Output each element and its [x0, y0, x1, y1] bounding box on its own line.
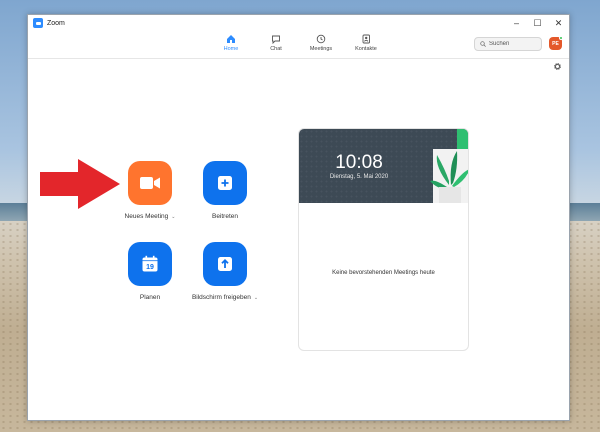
- tab-label: Kontakte: [355, 46, 377, 52]
- schedule-label: Planen: [139, 294, 161, 301]
- card-header: 10:08 Dienstag, 5. Mai 2020: [299, 129, 468, 203]
- maximize-button[interactable]: ☐: [527, 15, 548, 31]
- schedule-button[interactable]: 19: [128, 242, 172, 286]
- annotation-arrow-icon: [40, 159, 120, 209]
- chevron-down-icon[interactable]: ⌄: [171, 214, 175, 220]
- tab-home[interactable]: Home: [211, 34, 251, 52]
- minimize-button[interactable]: –: [506, 15, 527, 31]
- new-meeting-action[interactable]: Neues Meeting ⌄: [115, 161, 185, 220]
- top-navigation: Home Chat Meetings Kontakte PE: [28, 32, 569, 59]
- window-controls: – ☐ ✕: [506, 15, 569, 31]
- tab-contacts[interactable]: Kontakte: [346, 34, 386, 52]
- gear-icon[interactable]: [553, 62, 562, 71]
- plus-icon: [218, 176, 232, 190]
- share-screen-action[interactable]: Bildschirm freigeben ⌄: [190, 242, 260, 301]
- share-screen-label: Bildschirm freigeben: [191, 294, 251, 301]
- zoom-logo-icon: [33, 18, 43, 28]
- current-time: 10:08: [335, 152, 383, 173]
- share-screen-icon: [218, 257, 232, 271]
- close-button[interactable]: ✕: [548, 15, 569, 31]
- share-screen-button[interactable]: [203, 242, 247, 286]
- clock-icon: [316, 34, 326, 44]
- chevron-down-icon[interactable]: ⌄: [254, 295, 258, 301]
- title-bar: Zoom – ☐ ✕: [28, 15, 569, 31]
- search-icon: [480, 41, 486, 47]
- zoom-window: Zoom – ☐ ✕ Home Chat Meetings Kontakte P…: [27, 14, 570, 421]
- new-meeting-label: Neues Meeting: [124, 213, 169, 220]
- current-date: Dienstag, 5. Mai 2020: [329, 174, 389, 180]
- tab-label: Home: [223, 46, 239, 52]
- chat-icon: [272, 35, 280, 44]
- presence-status-icon: [559, 36, 563, 40]
- tab-label: Chat: [270, 46, 282, 52]
- search-box[interactable]: [474, 37, 542, 51]
- window-title: Zoom: [47, 19, 65, 27]
- new-meeting-button[interactable]: [128, 161, 172, 205]
- new-meeting-label-row: Neues Meeting ⌄: [125, 213, 176, 220]
- no-meetings-message: Keine bevorstehenden Meetings heute: [332, 270, 435, 276]
- share-screen-label-row: Bildschirm freigeben ⌄: [192, 294, 258, 301]
- home-icon: [227, 35, 235, 43]
- calendar-day: 19: [146, 264, 154, 271]
- plant-illustration-icon: [430, 129, 468, 203]
- tab-chat[interactable]: Chat: [256, 34, 296, 52]
- tab-meetings[interactable]: Meetings: [301, 34, 341, 52]
- join-label: Beitreten: [211, 213, 239, 220]
- search-input[interactable]: [489, 41, 539, 47]
- tab-label: Meetings: [309, 46, 333, 52]
- contacts-icon: [362, 34, 370, 44]
- calendar-icon: 19: [142, 255, 158, 272]
- join-action[interactable]: Beitreten: [190, 161, 260, 220]
- video-camera-icon: [140, 177, 160, 189]
- upcoming-meetings-card: 10:08 Dienstag, 5. Mai 2020 Keine bevors…: [298, 128, 469, 351]
- join-button[interactable]: [203, 161, 247, 205]
- schedule-action[interactable]: 19 Planen: [115, 242, 185, 301]
